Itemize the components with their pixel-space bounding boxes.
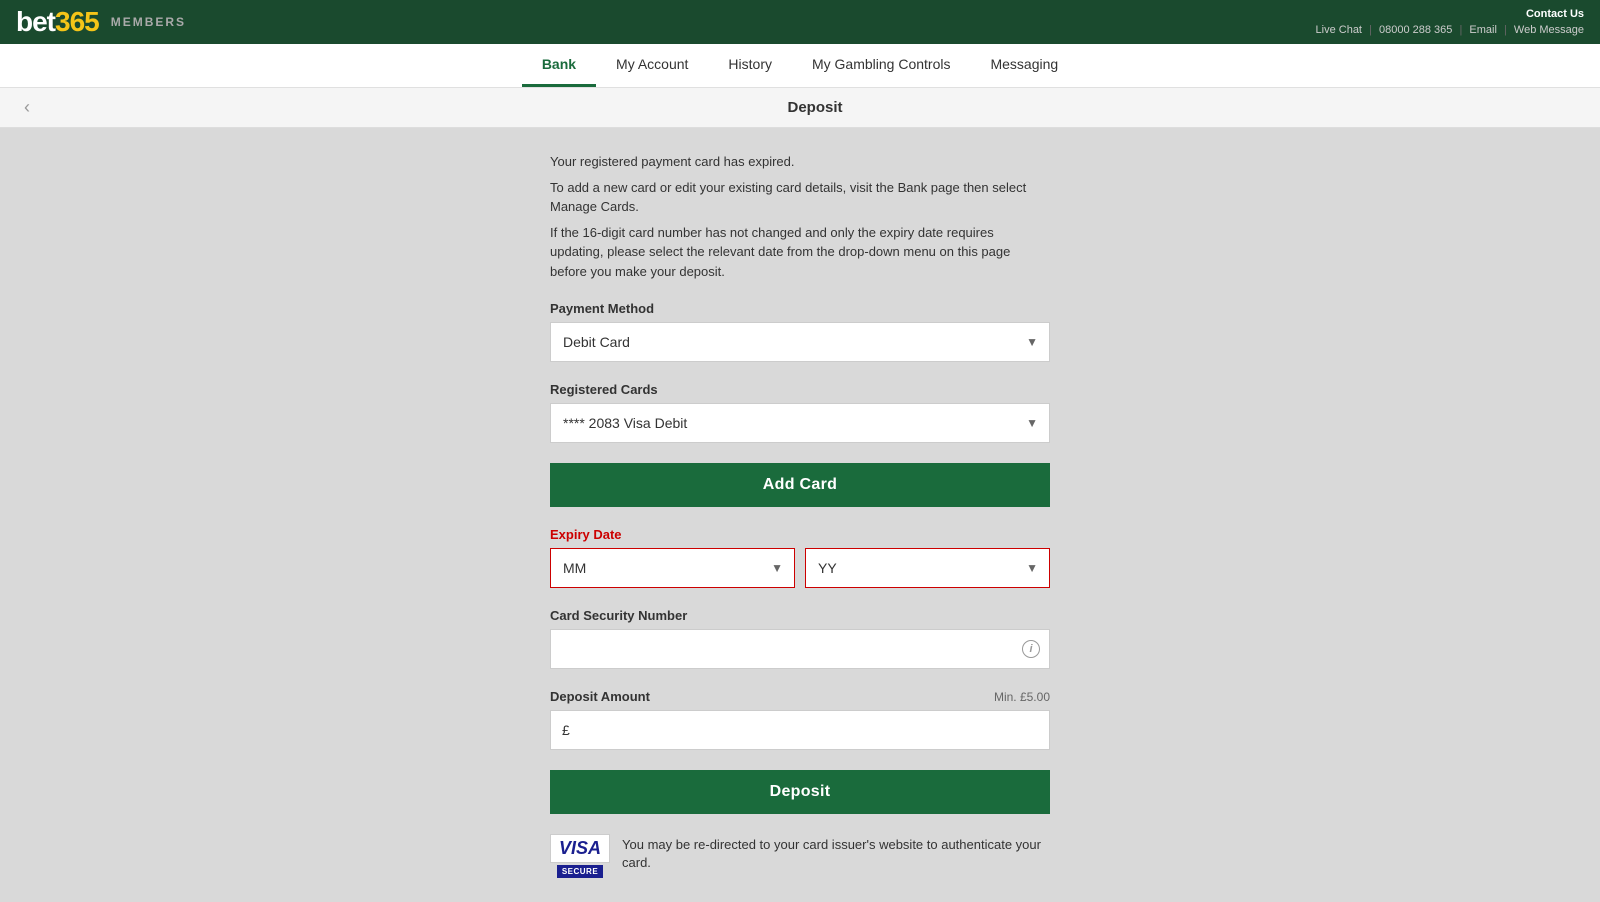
expiry-month-wrapper: MM 010203 040506 070809 101112 ▼ [550,548,795,588]
live-chat-link[interactable]: Live Chat [1316,24,1362,36]
alert-section: Your registered payment card has expired… [550,152,1050,281]
logo-area: bet365 MEMBERS [16,6,186,38]
visa-badge: VISA SECURE [550,834,610,878]
back-button[interactable]: ‹ [16,93,38,122]
add-card-button[interactable]: Add Card [550,463,1050,507]
expiry-month-select[interactable]: MM 010203 040506 070809 101112 [550,548,795,588]
main-nav: Bank My Account History My Gambling Cont… [0,44,1600,88]
expiry-row: MM 010203 040506 070809 101112 ▼ YY 2526… [550,548,1050,588]
nav-item-messaging[interactable]: Messaging [970,44,1078,87]
card-security-group: Card Security Number i [550,608,1050,669]
form-container: Your registered payment card has expired… [550,152,1050,878]
web-message-link[interactable]: Web Message [1514,24,1584,36]
contact-info: Contact Us Live Chat | 08000 288 365 | E… [1316,6,1584,39]
visa-section: VISA SECURE You may be re-directed to yo… [550,834,1050,878]
logo-members: MEMBERS [111,15,186,29]
alert-line2: To add a new card or edit your existing … [550,178,1050,217]
expiry-date-label: Expiry Date [550,527,1050,542]
deposit-amount-group: Deposit Amount Min. £5.00 £ [550,689,1050,750]
add-card-group: Add Card [550,463,1050,507]
card-security-input[interactable] [550,629,1050,669]
deposit-button[interactable]: Deposit [550,770,1050,814]
logo-bet: bet365 [16,6,99,38]
alert-line3: If the 16-digit card number has not chan… [550,223,1050,282]
deposit-amount-label: Deposit Amount [550,689,650,704]
deposit-amount-input[interactable] [550,710,1050,750]
expiry-date-group: Expiry Date MM 010203 040506 070809 1011… [550,527,1050,588]
min-amount: Min. £5.00 [994,690,1050,704]
header: bet365 MEMBERS Contact Us Live Chat | 08… [0,0,1600,44]
visa-logo-box: VISA [550,834,610,863]
main-content: Your registered payment card has expired… [0,128,1600,902]
email-link[interactable]: Email [1469,24,1497,36]
nav-item-history[interactable]: History [708,44,792,87]
card-security-input-wrapper: i [550,629,1050,669]
registered-cards-select-wrapper: **** 2083 Visa Debit ▼ [550,403,1050,443]
payment-method-select[interactable]: Debit Card Credit Card PayPal [550,322,1050,362]
card-security-label: Card Security Number [550,608,1050,623]
deposit-amount-header: Deposit Amount Min. £5.00 [550,689,1050,704]
alert-line1: Your registered payment card has expired… [550,152,1050,172]
registered-cards-group: Registered Cards **** 2083 Visa Debit ▼ [550,382,1050,443]
registered-cards-select[interactable]: **** 2083 Visa Debit [550,403,1050,443]
page-title-bar: ‹ Deposit [0,88,1600,128]
expiry-year-wrapper: YY 252627 282930 31323334 ▼ [805,548,1050,588]
phone-number: 08000 288 365 [1379,24,1452,36]
nav-item-my-account[interactable]: My Account [596,44,708,87]
nav-item-bank[interactable]: Bank [522,44,596,87]
expiry-year-select[interactable]: YY 252627 282930 31323334 [805,548,1050,588]
deposit-button-group: Deposit [550,770,1050,814]
payment-method-label: Payment Method [550,301,1050,316]
nav-item-gambling-controls[interactable]: My Gambling Controls [792,44,971,87]
deposit-input-wrapper: £ [550,710,1050,750]
payment-method-select-wrapper: Debit Card Credit Card PayPal ▼ [550,322,1050,362]
registered-cards-label: Registered Cards [550,382,1050,397]
visa-logo: VISA [559,838,601,859]
visa-redirect-text: You may be re-directed to your card issu… [622,834,1050,872]
page-title: Deposit [46,99,1584,116]
visa-secure-label: SECURE [557,865,603,878]
payment-method-group: Payment Method Debit Card Credit Card Pa… [550,301,1050,362]
